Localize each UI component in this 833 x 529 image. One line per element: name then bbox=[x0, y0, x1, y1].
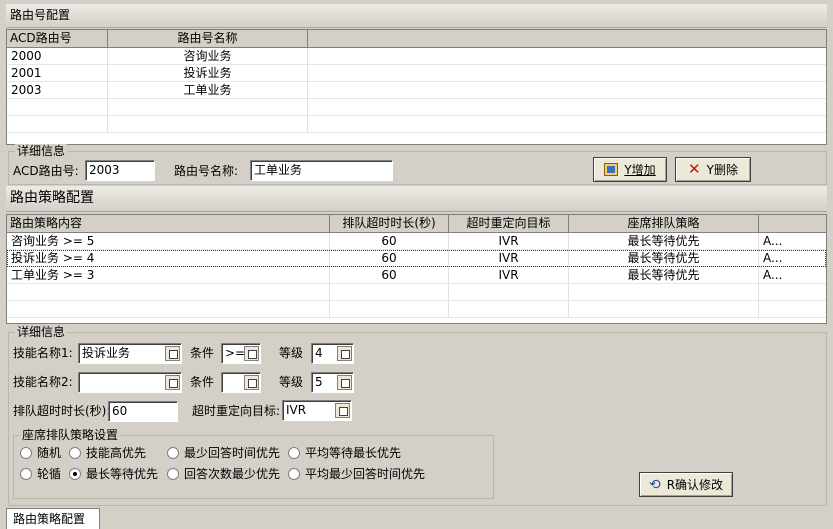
column-header-filler bbox=[308, 30, 826, 47]
table-row[interactable]: 咨询业务 >= 5 60 IVR 最长等待优先 A... bbox=[7, 233, 826, 250]
cell-acd: 2003 bbox=[7, 82, 108, 98]
cell-queue-policy: 最长等待优先 bbox=[569, 250, 759, 266]
cell-timeout: 60 bbox=[330, 233, 449, 249]
column-header-timeout[interactable]: 排队超时时长(秒) bbox=[330, 215, 449, 232]
acd-input[interactable]: 2003 bbox=[85, 160, 155, 181]
cond2-label: 条件 bbox=[190, 375, 215, 389]
route-table[interactable]: ACD路由号 路由号名称 2000 咨询业务 2001 投诉业务 2003 工单… bbox=[6, 29, 827, 145]
skill2-dropdown-button[interactable] bbox=[165, 375, 180, 390]
column-header-route-name[interactable]: 路由号名称 bbox=[108, 30, 308, 47]
tab-route-strategy[interactable]: 路由策略配置 bbox=[6, 508, 100, 529]
radio-round-robin-label[interactable]: 轮循 bbox=[37, 467, 61, 481]
strategy-section-title: 路由策略配置 bbox=[10, 190, 94, 206]
table-row[interactable]: 2000 咨询业务 bbox=[7, 48, 826, 65]
table-row[interactable]: 工单业务 >= 3 60 IVR 最长等待优先 A... bbox=[7, 267, 826, 284]
delete-button[interactable]: ✕ Y删除 bbox=[675, 157, 751, 182]
cell-content: 工单业务 >= 3 bbox=[7, 267, 330, 283]
column-header-content[interactable]: 路由策略内容 bbox=[7, 215, 330, 232]
redirect-label: 超时重定向目标: bbox=[192, 404, 281, 418]
timeout-label: 排队超时时长(秒): bbox=[13, 404, 111, 418]
cell-timeout: 60 bbox=[330, 250, 449, 266]
confirm-icon: ⟲ bbox=[648, 476, 661, 493]
confirm-button-label: R确认修改 bbox=[666, 478, 724, 492]
delete-button-label: Y删除 bbox=[706, 163, 738, 177]
strategy-section-header: 路由策略配置 bbox=[6, 186, 827, 212]
cell-route-name: 咨询业务 bbox=[108, 48, 308, 64]
radio-skill-high-label[interactable]: 技能高优先 bbox=[86, 446, 146, 460]
strategy-table[interactable]: 路由策略内容 排队超时时长(秒) 超时重定向目标 座席排队策略 咨询业务 >= … bbox=[6, 214, 827, 324]
radio-least-answer-count[interactable] bbox=[167, 468, 179, 480]
cell-filler bbox=[308, 65, 826, 81]
route-section-header: 路由号配置 bbox=[6, 4, 827, 28]
strategy-table-header: 路由策略内容 排队超时时长(秒) 超时重定向目标 座席排队策略 bbox=[7, 215, 826, 233]
column-header-extra[interactable] bbox=[759, 215, 826, 232]
radio-least-answer-count-label[interactable]: 回答次数最少优先 bbox=[184, 467, 280, 481]
column-header-queue-policy[interactable]: 座席排队策略 bbox=[569, 215, 759, 232]
cell-redirect: IVR bbox=[449, 267, 569, 283]
radio-round-robin[interactable] bbox=[20, 468, 32, 480]
radio-longest-wait[interactable] bbox=[69, 468, 81, 480]
route-table-header: ACD路由号 路由号名称 bbox=[7, 30, 826, 48]
cell-acd: 2001 bbox=[7, 65, 108, 81]
skill2-label: 技能名称2: bbox=[13, 375, 73, 389]
radio-avg-least-answer-time-label[interactable]: 平均最少回答时间优先 bbox=[305, 467, 425, 481]
cell-extra: A... bbox=[763, 251, 783, 265]
radio-least-answer-time[interactable] bbox=[167, 447, 179, 459]
column-header-acd[interactable]: ACD路由号 bbox=[7, 30, 108, 47]
table-row[interactable]: 2001 投诉业务 bbox=[7, 65, 826, 82]
radio-avg-wait-longest-label[interactable]: 平均等待最长优先 bbox=[305, 446, 401, 460]
table-row[interactable]: 2003 工单业务 bbox=[7, 82, 826, 99]
cell-route-name: 工单业务 bbox=[108, 82, 308, 98]
add-button[interactable]: Y增加 bbox=[593, 157, 667, 182]
cell-queue-policy: 最长等待优先 bbox=[569, 267, 759, 283]
cond1-label: 条件 bbox=[190, 346, 215, 360]
add-icon bbox=[604, 163, 619, 176]
cell-route-name: 投诉业务 bbox=[108, 65, 308, 81]
table-row-selected[interactable]: 投诉业务 >= 4 60 IVR 最长等待优先 A... bbox=[7, 250, 826, 267]
empty-row bbox=[7, 116, 826, 133]
skill1-dropdown-button[interactable] bbox=[165, 346, 180, 361]
queue-policy-legend: 座席排队策略设置 bbox=[20, 428, 121, 442]
column-header-redirect[interactable]: 超时重定向目标 bbox=[449, 215, 569, 232]
add-button-label: Y增加 bbox=[624, 163, 656, 177]
radio-avg-wait-longest[interactable] bbox=[288, 447, 300, 459]
radio-skill-high[interactable] bbox=[69, 447, 81, 459]
cell-timeout: 60 bbox=[330, 267, 449, 283]
level2-dropdown-button[interactable] bbox=[337, 375, 352, 390]
level2-label: 等级 bbox=[279, 375, 304, 389]
cell-acd: 2000 bbox=[7, 48, 108, 64]
level1-dropdown-button[interactable] bbox=[337, 346, 352, 361]
empty-row bbox=[7, 99, 826, 116]
skill1-label: 技能名称1: bbox=[13, 346, 73, 360]
cond1-dropdown-button[interactable] bbox=[244, 346, 259, 361]
level1-label: 等级 bbox=[279, 346, 304, 360]
strategy-detail-legend: 详细信息 bbox=[15, 325, 68, 339]
cell-content: 投诉业务 >= 4 bbox=[7, 250, 330, 266]
radio-avg-least-answer-time[interactable] bbox=[288, 468, 300, 480]
cell-redirect: IVR bbox=[449, 233, 569, 249]
route-name-label: 路由号名称: bbox=[174, 164, 239, 178]
empty-row bbox=[7, 301, 826, 318]
timeout-input[interactable]: 60 bbox=[108, 401, 178, 422]
cond2-dropdown-button[interactable] bbox=[244, 375, 259, 390]
radio-random[interactable] bbox=[20, 447, 32, 459]
route-section-title: 路由号配置 bbox=[10, 8, 71, 22]
empty-row bbox=[7, 284, 826, 301]
acd-label: ACD路由号: bbox=[13, 164, 79, 178]
cell-redirect: IVR bbox=[449, 250, 569, 266]
confirm-button[interactable]: ⟲ R确认修改 bbox=[639, 472, 733, 497]
radio-longest-wait-label[interactable]: 最长等待优先 bbox=[86, 467, 158, 481]
redirect-dropdown-button[interactable] bbox=[335, 403, 350, 418]
cell-filler bbox=[308, 48, 826, 64]
radio-least-answer-time-label[interactable]: 最少回答时间优先 bbox=[184, 446, 280, 460]
route-detail-legend: 详细信息 bbox=[15, 144, 68, 158]
route-name-input[interactable]: 工单业务 bbox=[250, 160, 393, 181]
cell-filler bbox=[308, 82, 826, 98]
cell-extra: A... bbox=[763, 268, 783, 282]
cell-queue-policy: 最长等待优先 bbox=[569, 233, 759, 249]
cell-content: 咨询业务 >= 5 bbox=[7, 233, 330, 249]
radio-random-label[interactable]: 随机 bbox=[37, 446, 61, 460]
delete-icon: ✕ bbox=[688, 160, 701, 178]
cell-extra: A... bbox=[763, 234, 783, 248]
